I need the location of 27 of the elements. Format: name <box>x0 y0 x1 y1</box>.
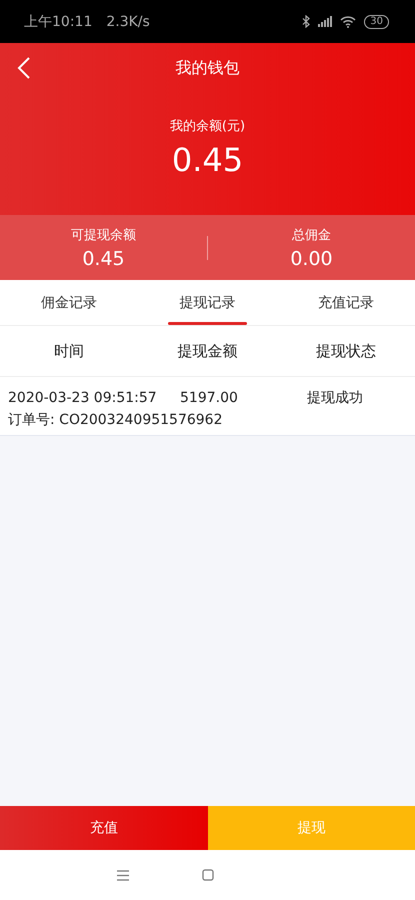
column-header: 提现状态 <box>314 342 377 360</box>
summary-value: 0.00 <box>290 248 333 270</box>
order-number: 订单号: CO2003240951576962 <box>8 411 224 429</box>
record-amount: 5197.00 <box>180 390 239 406</box>
column-header: 时间 <box>53 342 86 360</box>
record-status: 提现成功 <box>307 389 364 407</box>
summary-label: 总佣金 <box>292 226 331 244</box>
tab[interactable]: 佣金记录 <box>0 280 138 325</box>
signal-icon <box>318 16 332 27</box>
back-icon[interactable] <box>17 56 31 80</box>
menu-icon[interactable] <box>116 870 130 880</box>
action-button[interactable]: 充值 <box>0 806 208 850</box>
column-header: 提现金额 <box>176 342 238 360</box>
summary-value: 0.45 <box>82 248 125 270</box>
home-icon[interactable] <box>202 869 214 881</box>
balance-label: 我的余额(元) <box>170 118 246 135</box>
tab[interactable]: 提现记录 <box>138 280 277 325</box>
summary-label: 可提现余额 <box>71 226 136 244</box>
wifi-icon <box>340 16 356 28</box>
record-time: 2020-03-23 09:51:57 <box>8 390 158 406</box>
bluetooth-icon <box>302 15 310 28</box>
page-title: 我的钱包 <box>176 58 240 78</box>
status-time: 上午10:11 <box>24 12 92 30</box>
tab[interactable]: 充值记录 <box>276 280 415 325</box>
network-speed: 2.3K/s <box>106 14 150 30</box>
battery-indicator: 30 <box>364 14 389 28</box>
balance-amount: 0.45 <box>172 141 244 179</box>
